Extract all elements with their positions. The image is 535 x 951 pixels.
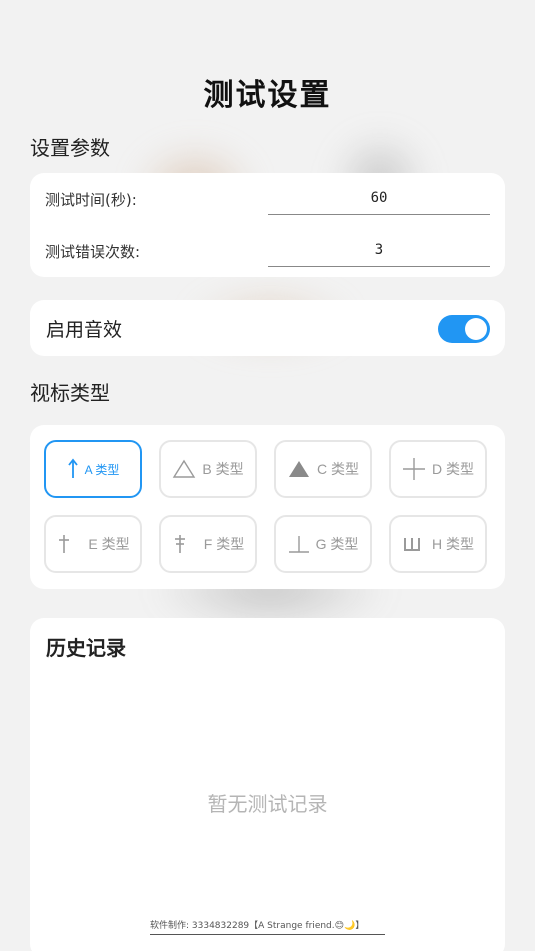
- sound-card: 启用音效: [30, 300, 505, 356]
- triangle-outline-icon: [172, 459, 196, 479]
- settings-card: 测试时间(秒): 60 测试错误次数: 3: [30, 173, 505, 277]
- type-c-label: C 类型: [317, 461, 359, 477]
- settings-section-label: 设置参数: [30, 136, 110, 160]
- type-e-label: E 类型: [88, 536, 130, 552]
- type-c-button[interactable]: C 类型: [274, 440, 372, 498]
- test-time-input[interactable]: 60: [268, 181, 490, 215]
- types-card: A 类型 B 类型 C 类型 D 类型 E 类型 F 类型 G 类型 H 类型: [30, 425, 505, 589]
- error-count-row: 测试错误次数: 3: [30, 231, 505, 271]
- error-count-label: 测试错误次数:: [45, 243, 141, 261]
- type-g-label: G 类型: [315, 536, 359, 552]
- history-title: 历史记录: [46, 636, 126, 660]
- triangle-filled-icon: [287, 459, 311, 479]
- history-card: 历史记录 暂无测试记录: [30, 618, 505, 951]
- types-section-label: 视标类型: [30, 381, 110, 405]
- type-f-button[interactable]: F 类型: [159, 515, 257, 573]
- type-d-button[interactable]: D 类型: [389, 440, 487, 498]
- page-title: 测试设置: [203, 78, 332, 113]
- type-a-label: A 类型: [84, 462, 120, 477]
- trident-icon: [402, 535, 422, 553]
- sound-toggle[interactable]: [438, 315, 490, 343]
- sound-label: 启用音效: [46, 319, 123, 341]
- dagger-icon: [56, 534, 72, 554]
- double-dagger-icon: [172, 534, 188, 554]
- up-tack-icon: [288, 534, 310, 554]
- arrow-up-icon: [67, 458, 79, 480]
- type-g-button[interactable]: G 类型: [274, 515, 372, 573]
- history-empty-text: 暂无测试记录: [207, 792, 328, 816]
- cross-icon: [402, 456, 426, 482]
- error-count-input[interactable]: 3: [268, 233, 490, 267]
- type-a-button[interactable]: A 类型: [44, 440, 142, 498]
- type-d-label: D 类型: [432, 461, 474, 477]
- type-h-button[interactable]: H 类型: [389, 515, 487, 573]
- type-f-label: F 类型: [203, 536, 245, 552]
- toggle-knob: [465, 318, 487, 340]
- type-h-label: H 类型: [432, 536, 474, 552]
- test-time-label: 测试时间(秒):: [45, 191, 137, 209]
- footer-credit: 软件制作: 3334832289【A Strange friend.😊🌙】: [150, 917, 385, 935]
- type-e-button[interactable]: E 类型: [44, 515, 142, 573]
- test-time-row: 测试时间(秒): 60: [30, 179, 505, 219]
- type-b-label: B 类型: [202, 461, 244, 477]
- type-b-button[interactable]: B 类型: [159, 440, 257, 498]
